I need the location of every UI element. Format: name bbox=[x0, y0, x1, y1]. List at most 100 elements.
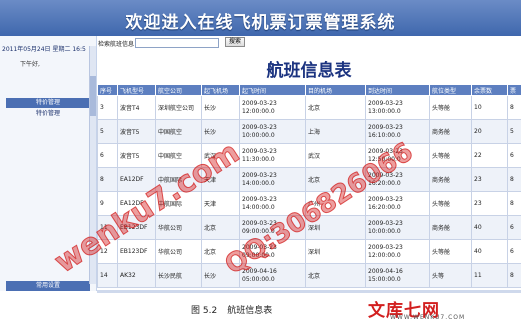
table-cell: EA12DF bbox=[117, 167, 156, 192]
table-cell: EA12DF bbox=[117, 191, 156, 216]
column-header: 票 bbox=[507, 84, 521, 96]
table-cell: 2009-04-16 15:00:00.0 bbox=[365, 263, 430, 288]
table-cell: 武汉 bbox=[305, 143, 366, 168]
table-cell: 8 bbox=[507, 95, 521, 120]
table-cell: 华航公司 bbox=[155, 215, 202, 240]
table-cell: 广州 bbox=[305, 191, 366, 216]
column-header: 起飞时间 bbox=[239, 84, 306, 96]
table-cell: 2009-03-23 12:00:00.0 bbox=[365, 239, 430, 264]
table-cell: 14 bbox=[97, 263, 118, 288]
column-header: 航位类型 bbox=[429, 84, 472, 96]
table-cell: 商务舱 bbox=[429, 119, 472, 144]
column-header: 目的机场 bbox=[305, 84, 366, 96]
sidebar: 2011年05月24日 星期二 16:5 下午好, 特价管理 特价管理 常用设置 bbox=[0, 36, 97, 291]
table-cell: 6 bbox=[97, 143, 118, 168]
sidebar-common-settings[interactable]: 常用设置 bbox=[6, 281, 90, 291]
watermark-logo-url: WWW.WENKU7.COM bbox=[390, 314, 466, 321]
table-cell: 深圳 bbox=[305, 215, 366, 240]
watermark-logo: 文库七网 WWW.WENKU7.COM bbox=[368, 296, 518, 324]
search-label: 检索航班信息 bbox=[98, 41, 135, 48]
table-row[interactable]: 5 波音T5 中国航空 长沙 2009-03-23 10:00:00.0 上海 2009-0… bbox=[97, 119, 521, 144]
sidebar-section-header[interactable]: 特价管理 bbox=[6, 98, 90, 108]
table-cell: 8 bbox=[507, 191, 521, 216]
table-cell: 长沙 bbox=[201, 95, 240, 120]
table-cell: 6 bbox=[507, 215, 521, 240]
table-cell: 2009-03-23 12:50:00.0 bbox=[365, 143, 430, 168]
table-cell: 北京 bbox=[305, 95, 366, 120]
table-body: 3 波音T4 深圳航空公司 长沙 2009-03-23 12:00:00.0 北京 2009… bbox=[97, 95, 521, 288]
table-cell: 5 bbox=[507, 119, 521, 144]
table-cell: 头等 bbox=[429, 263, 472, 288]
column-header: 飞机型号 bbox=[117, 84, 156, 96]
table-cell: 6 bbox=[507, 239, 521, 264]
sidebar-item-special-offers[interactable]: 特价管理 bbox=[6, 109, 90, 118]
figure-caption-text: 航班信息表 bbox=[227, 306, 273, 316]
table-cell: 2009-03-23 09:00:00.0 bbox=[239, 239, 306, 264]
sidebar-scrollbar[interactable] bbox=[89, 46, 96, 284]
page-title: 航班信息表 bbox=[266, 61, 352, 81]
table-cell: 中国航空 bbox=[155, 143, 202, 168]
table-cell: 中航国际 bbox=[155, 191, 202, 216]
table-cell: 北京 bbox=[201, 215, 240, 240]
date-display: 2011年05月24日 星期二 16:5 bbox=[2, 46, 86, 53]
table-cell: 3 bbox=[97, 95, 118, 120]
search-input[interactable] bbox=[135, 38, 219, 48]
column-header: 起飞机场 bbox=[201, 84, 240, 96]
table-cell: EB123DF bbox=[117, 239, 156, 264]
main-panel: 检索航班信息 搜索 航班信息表 序号 飞机型号 航空公司 起飞机场 起飞时间 目的机场 到达… bbox=[97, 36, 521, 293]
table-cell: 40 bbox=[471, 239, 508, 264]
table-cell: 2009-04-16 05:00:00.0 bbox=[239, 263, 306, 288]
table-cell: 6 bbox=[507, 143, 521, 168]
table-row[interactable]: 9 EA12DF 中航国际 天津 2009-03-23 14:00:00.0 广州 2009… bbox=[97, 191, 521, 216]
table-cell: 2009-03-23 12:00:00.0 bbox=[239, 95, 306, 120]
table-cell: 波音T5 bbox=[117, 143, 156, 168]
table-cell: 头等舱 bbox=[429, 191, 472, 216]
table-cell: 天津 bbox=[201, 191, 240, 216]
table-cell: 2009-03-23 11:30:00.0 bbox=[239, 143, 306, 168]
table-cell: 22 bbox=[471, 143, 508, 168]
table-cell: 9 bbox=[97, 191, 118, 216]
table-row[interactable]: 11 EB123DF 华航公司 北京 2009-03-23 09:00:00.0 深圳 20… bbox=[97, 215, 521, 240]
table-row[interactable]: 12 EB123DF 华航公司 北京 2009-03-23 09:00:00.0 深圳 20… bbox=[97, 239, 521, 264]
table-cell: 40 bbox=[471, 215, 508, 240]
table-cell: 8 bbox=[97, 167, 118, 192]
table-cell: 深圳航空公司 bbox=[155, 95, 202, 120]
table-cell: 10 bbox=[471, 95, 508, 120]
table-cell: 波音T4 bbox=[117, 95, 156, 120]
table-row[interactable]: 14 AK32 长沙民航 长沙 2009-04-16 05:00:00.0 北京 2009-… bbox=[97, 263, 521, 288]
table-cell: 北京 bbox=[305, 167, 366, 192]
table-cell: 2009-03-23 16:10:00.0 bbox=[365, 119, 430, 144]
table-row[interactable]: 6 波音T5 中国航空 武汉 2009-03-23 11:30:00.0 武汉 2009-0… bbox=[97, 143, 521, 168]
figure-number: 图 5.2 bbox=[191, 306, 218, 316]
search-button[interactable]: 搜索 bbox=[225, 37, 245, 47]
table-cell: 2009-03-23 09:00:00.0 bbox=[239, 215, 306, 240]
table-cell: 11 bbox=[97, 215, 118, 240]
table-cell: 11 bbox=[471, 263, 508, 288]
table-horizontal-scrollbar[interactable] bbox=[97, 290, 521, 293]
table-cell: 头等舱 bbox=[429, 143, 472, 168]
table-cell: 武汉 bbox=[201, 143, 240, 168]
flight-table: 序号 飞机型号 航空公司 起飞机场 起飞时间 目的机场 到达时间 航位类型 余票数票 3 波音T4… bbox=[97, 84, 521, 288]
table-cell: 2009-03-23 16:20:00.0 bbox=[365, 167, 430, 192]
table-cell: 长沙 bbox=[201, 119, 240, 144]
table-cell: 2009-03-23 10:00:00.0 bbox=[365, 215, 430, 240]
table-cell: 华航公司 bbox=[155, 239, 202, 264]
figure-caption: 图 5.2 航班信息表 bbox=[191, 303, 272, 316]
table-cell: 23 bbox=[471, 167, 508, 192]
table-cell: 深圳 bbox=[305, 239, 366, 264]
table-cell: 北京 bbox=[201, 239, 240, 264]
table-cell: 头等舱 bbox=[429, 95, 472, 120]
scrollbar-thumb[interactable] bbox=[90, 76, 96, 116]
table-row[interactable]: 3 波音T4 深圳航空公司 长沙 2009-03-23 12:00:00.0 北京 2009… bbox=[97, 95, 521, 120]
table-cell: 商务舱 bbox=[429, 167, 472, 192]
flight-table-container: 序号 飞机型号 航空公司 起飞机场 起飞时间 目的机场 到达时间 航位类型 余票数票 3 波音T4… bbox=[97, 84, 521, 290]
table-cell: 12 bbox=[97, 239, 118, 264]
table-cell: 长沙民航 bbox=[155, 263, 202, 288]
app-title: 欢迎进入在线飞机票订票管理系统 bbox=[125, 13, 396, 33]
table-cell: 商务舱 bbox=[429, 215, 472, 240]
table-cell: 中国航空 bbox=[155, 119, 202, 144]
table-row[interactable]: 8 EA12DF 中航国际 天津 2009-03-23 14:00:00.0 北京 2009… bbox=[97, 167, 521, 192]
greeting-text: 下午好, bbox=[20, 61, 40, 68]
table-cell: AK32 bbox=[117, 263, 156, 288]
table-cell: 20 bbox=[471, 119, 508, 144]
